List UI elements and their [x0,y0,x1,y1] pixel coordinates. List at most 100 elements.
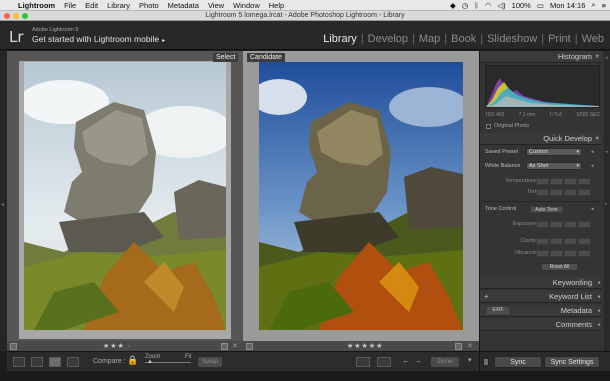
module-web[interactable]: Web [578,33,608,45]
compare-label: Compare : [93,358,126,365]
menu-view[interactable]: View [208,1,224,10]
menu-list-icon[interactable]: ≡ [602,1,606,10]
link-focus-lock-icon[interactable]: 🔒 [127,355,138,366]
previous-photo-icon[interactable]: ← [402,356,410,365]
saved-preset-expand-icon[interactable]: ◂ [591,149,594,155]
select-lock-icon[interactable] [10,343,17,350]
left-panel-toggle[interactable]: ◂ [0,51,7,351]
module-library[interactable]: Library [319,33,361,45]
quick-develop-collapse-icon[interactable]: ◂ [605,149,609,155]
expand-right-icon[interactable]: ▸ [605,201,609,207]
white-balance-expand-icon[interactable]: ◂ [591,163,594,169]
clock[interactable]: Mon 14:16 [550,1,585,10]
next-photo-icon[interactable]: → [414,356,422,365]
survey-view-icon[interactable] [67,357,79,367]
histogram-header[interactable]: Histogram ▼ [480,51,602,63]
close-window-icon[interactable] [4,13,10,19]
metadata-header[interactable]: EXIF Metadata ◂ [480,305,602,317]
candidate-flag-icon[interactable] [455,343,462,350]
menu-edit[interactable]: Edit [85,1,98,10]
minimize-window-icon[interactable] [13,13,19,19]
done-button[interactable]: Done [431,357,459,367]
tone-control-expand-icon[interactable]: ◂ [591,206,594,212]
keywording-header[interactable]: Keywording ◂ [480,277,602,289]
reset-all-button[interactable]: Reset All [541,263,578,271]
battery-icon[interactable]: ▭ [537,1,544,10]
vibrance-buttons[interactable] [536,250,591,257]
chevron-down-icon: ▾ [576,163,579,169]
volume-icon[interactable]: ◁) [497,1,505,10]
candidate-pane[interactable]: Candidate ★★★★★ ✕ [243,51,479,351]
comments-header[interactable]: Comments ◂ [480,319,602,331]
mac-menubar: Lightroom File Edit Library Photo Metada… [0,0,610,11]
candidate-label: Candidate [247,53,285,62]
select-close-icon[interactable]: ✕ [232,342,238,350]
keyword-list-header[interactable]: + Keyword List ◂ [480,291,602,303]
menu-file[interactable]: File [64,1,76,10]
zoom-window-icon[interactable] [22,13,28,19]
candidate-photo[interactable] [259,62,463,330]
clarity-buttons[interactable] [536,238,591,245]
search-icon[interactable]: ⌕ [591,0,595,10]
original-photo-checkbox[interactable] [486,123,491,129]
white-balance-select[interactable]: As Shot ▾ [526,162,582,170]
menu-metadata[interactable]: Metadata [168,1,199,10]
auto-tone-button[interactable]: Auto Tone [530,206,563,213]
quick-develop-header[interactable]: Quick Develop ▼ [480,133,602,145]
saved-preset-select[interactable]: Custom ▾ [526,148,582,156]
make-select-icon[interactable] [377,357,391,367]
auto-sync-switch[interactable] [483,358,489,366]
module-book[interactable]: Book [447,33,480,45]
add-keyword-icon[interactable]: + [484,291,489,303]
promo-arrow-icon: ▸ [162,38,166,44]
zoom-slider-thumb[interactable]: ▲ [147,359,153,365]
comments-title: Comments [555,320,592,329]
exposure-buttons[interactable] [536,221,591,228]
dropbox-icon[interactable]: ◆ [450,1,456,10]
filmstrip-collapsed[interactable] [0,371,610,381]
bluetooth-icon[interactable]: ᛒ [474,1,479,10]
mobile-promo-link[interactable]: Get started with Lightroom mobile ▸ [32,34,165,44]
sync-settings-button[interactable]: Sync Settings [544,356,600,368]
select-photo[interactable] [24,62,226,330]
timemachine-icon[interactable]: ◷ [462,1,469,10]
select-rating[interactable]: ★★★ · [103,342,131,350]
menu-photo[interactable]: Photo [139,1,159,10]
select-pane[interactable]: Select ★★★ · ✕ [7,51,243,351]
exposure-label: Exposure [512,221,536,227]
candidate-rating[interactable]: ★★★★★ [347,342,383,350]
menu-help[interactable]: Help [269,1,284,10]
temperature-buttons[interactable] [536,178,591,185]
module-slideshow[interactable]: Slideshow [483,33,541,45]
tint-buttons[interactable] [536,189,591,196]
right-panel-rail[interactable]: ◂ ◂ ▸ [604,51,610,371]
module-print[interactable]: Print [544,33,575,45]
wifi-icon[interactable]: ◠ [485,1,492,10]
select-footer: ★★★ · ✕ [7,341,243,351]
candidate-close-icon[interactable]: ✕ [467,342,473,350]
keywording-title: Keywording [552,278,592,287]
sync-button[interactable]: Sync [494,356,542,368]
compare-view-icon[interactable] [49,357,61,367]
module-map[interactable]: Map [415,33,444,45]
histogram-title: Histogram [557,52,592,61]
original-photo-row[interactable]: Original Photo [486,123,529,129]
aperture-value: f / 5.6 [549,112,563,118]
swap-photos-icon[interactable] [356,357,370,367]
metadata-preset-select[interactable]: EXIF [487,307,509,314]
menu-library[interactable]: Library [107,1,130,10]
module-develop[interactable]: Develop [364,33,412,45]
menu-window[interactable]: Window [233,1,260,10]
loupe-view-icon[interactable] [31,357,43,367]
swap-button[interactable]: Swap [198,357,222,367]
select-flag-icon[interactable] [221,343,228,350]
menu-lightroom[interactable]: Lightroom [18,1,55,10]
grid-view-icon[interactable] [13,357,25,367]
metadata-toggle-icon: ◂ [597,308,600,314]
histogram-collapse-icon[interactable]: ◂ [605,55,609,61]
traffic-lights [4,13,28,19]
candidate-lock-icon[interactable] [246,343,253,350]
right-panel: ◂ ◂ ▸ Histogram ▼ ISO 400 7.1 mm f / 5.6… [479,51,610,371]
toolbar-menu-icon[interactable]: ▾ [468,356,472,364]
candidate-footer: ★★★★★ ✕ [243,341,479,351]
